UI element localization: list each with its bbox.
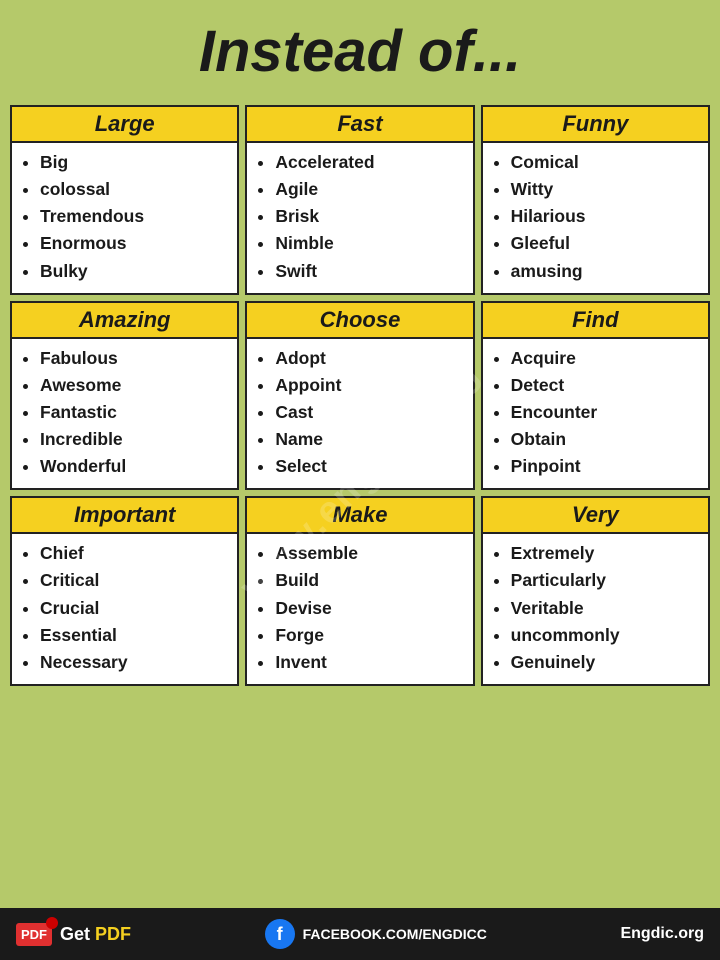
footer-website: Engdic.org <box>620 925 704 943</box>
pdf-label: PDF <box>95 924 131 944</box>
list-item: Select <box>275 453 466 480</box>
get-label: Get <box>60 924 90 944</box>
list-item: Comical <box>511 149 702 176</box>
card-very: Very ExtremelyParticularlyVeritableuncomm… <box>481 496 710 686</box>
card-header-large: Large <box>10 105 239 143</box>
list-item: Veritable <box>511 595 702 622</box>
card-body-amazing: FabulousAwesomeFantasticIncredibleWonder… <box>10 339 239 491</box>
card-list-find: AcquireDetectEncounterObtainPinpoint <box>497 345 702 481</box>
list-item: Accelerated <box>275 149 466 176</box>
card-body-very: ExtremelyParticularlyVeritableuncommonly… <box>481 534 710 686</box>
list-item: Witty <box>511 176 702 203</box>
page-title: Instead of... <box>0 0 720 99</box>
card-list-important: ChiefCriticalCrucialEssentialNecessary <box>26 540 231 676</box>
list-item: Detect <box>511 372 702 399</box>
list-item: Adopt <box>275 345 466 372</box>
cards-grid: LargeBigcolossalTremendousEnormousBulkyF… <box>0 99 720 692</box>
list-item: Cast <box>275 399 466 426</box>
footer: PDF Get PDF f FACEBOOK.COM/ENGDICC Engdi… <box>0 908 720 960</box>
list-item: amusing <box>511 258 702 285</box>
footer-pdf-section: PDF Get PDF <box>16 923 131 946</box>
card-body-funny: ComicalWittyHilariousGleefulamusing <box>481 143 710 295</box>
list-item: Necessary <box>40 649 231 676</box>
card-header-funny: Funny <box>481 105 710 143</box>
list-item: Incredible <box>40 426 231 453</box>
list-item: Chief <box>40 540 231 567</box>
card-list-large: BigcolossalTremendousEnormousBulky <box>26 149 231 285</box>
card-body-choose: AdoptAppointCastNameSelect <box>245 339 474 491</box>
list-item: Essential <box>40 622 231 649</box>
card-large: Large BigcolossalTremendousEnormousBulky <box>10 105 239 295</box>
list-item: Pinpoint <box>511 453 702 480</box>
card-body-large: BigcolossalTremendousEnormousBulky <box>10 143 239 295</box>
card-list-very: ExtremelyParticularlyVeritableuncommonly… <box>497 540 702 676</box>
list-item: colossal <box>40 176 231 203</box>
facebook-icon: f <box>265 919 295 949</box>
list-item: Wonderful <box>40 453 231 480</box>
card-amazing: Amazing FabulousAwesomeFantasticIncredibl… <box>10 301 239 491</box>
card-choose: Choose AdoptAppointCastNameSelect <box>245 301 474 491</box>
list-item: Tremendous <box>40 203 231 230</box>
list-item: Genuinely <box>511 649 702 676</box>
list-item: Big <box>40 149 231 176</box>
list-item: Hilarious <box>511 203 702 230</box>
card-header-amazing: Amazing <box>10 301 239 339</box>
list-item: Swift <box>275 258 466 285</box>
card-body-find: AcquireDetectEncounterObtainPinpoint <box>481 339 710 491</box>
card-list-fast: AcceleratedAgileBriskNimbleSwift <box>261 149 466 285</box>
list-item: Fabulous <box>40 345 231 372</box>
list-item: Build <box>275 567 466 594</box>
card-make: Make AssembleBuildDeviseForgeInvent <box>245 496 474 686</box>
facebook-text: FACEBOOK.COM/ENGDICC <box>303 926 487 942</box>
card-body-make: AssembleBuildDeviseForgeInvent <box>245 534 474 686</box>
list-item: Nimble <box>275 230 466 257</box>
list-item: Appoint <box>275 372 466 399</box>
card-list-funny: ComicalWittyHilariousGleefulamusing <box>497 149 702 285</box>
card-fast: Fast AcceleratedAgileBriskNimbleSwift <box>245 105 474 295</box>
list-item: Brisk <box>275 203 466 230</box>
card-header-make: Make <box>245 496 474 534</box>
list-item: Critical <box>40 567 231 594</box>
list-item: Extremely <box>511 540 702 567</box>
card-body-fast: AcceleratedAgileBriskNimbleSwift <box>245 143 474 295</box>
card-list-make: AssembleBuildDeviseForgeInvent <box>261 540 466 676</box>
card-list-choose: AdoptAppointCastNameSelect <box>261 345 466 481</box>
list-item: Gleeful <box>511 230 702 257</box>
list-item: Crucial <box>40 595 231 622</box>
list-item: Name <box>275 426 466 453</box>
list-item: Enormous <box>40 230 231 257</box>
list-item: Awesome <box>40 372 231 399</box>
list-item: Assemble <box>275 540 466 567</box>
card-body-important: ChiefCriticalCrucialEssentialNecessary <box>10 534 239 686</box>
card-find: Find AcquireDetectEncounterObtainPinpoint <box>481 301 710 491</box>
footer-facebook: f FACEBOOK.COM/ENGDICC <box>265 919 487 949</box>
card-funny: Funny ComicalWittyHilariousGleefulamusing <box>481 105 710 295</box>
list-item: Obtain <box>511 426 702 453</box>
list-item: Acquire <box>511 345 702 372</box>
card-header-choose: Choose <box>245 301 474 339</box>
get-pdf-text: Get PDF <box>60 924 131 945</box>
list-item: uncommonly <box>511 622 702 649</box>
list-item: Devise <box>275 595 466 622</box>
card-header-fast: Fast <box>245 105 474 143</box>
list-item: Fantastic <box>40 399 231 426</box>
list-item: Particularly <box>511 567 702 594</box>
list-item: Agile <box>275 176 466 203</box>
list-item: Invent <box>275 649 466 676</box>
list-item: Bulky <box>40 258 231 285</box>
card-header-find: Find <box>481 301 710 339</box>
card-important: Important ChiefCriticalCrucialEssentialNe… <box>10 496 239 686</box>
list-item: Encounter <box>511 399 702 426</box>
list-item: Forge <box>275 622 466 649</box>
card-header-very: Very <box>481 496 710 534</box>
card-list-amazing: FabulousAwesomeFantasticIncredibleWonder… <box>26 345 231 481</box>
pdf-icon: PDF <box>16 923 52 946</box>
card-header-important: Important <box>10 496 239 534</box>
